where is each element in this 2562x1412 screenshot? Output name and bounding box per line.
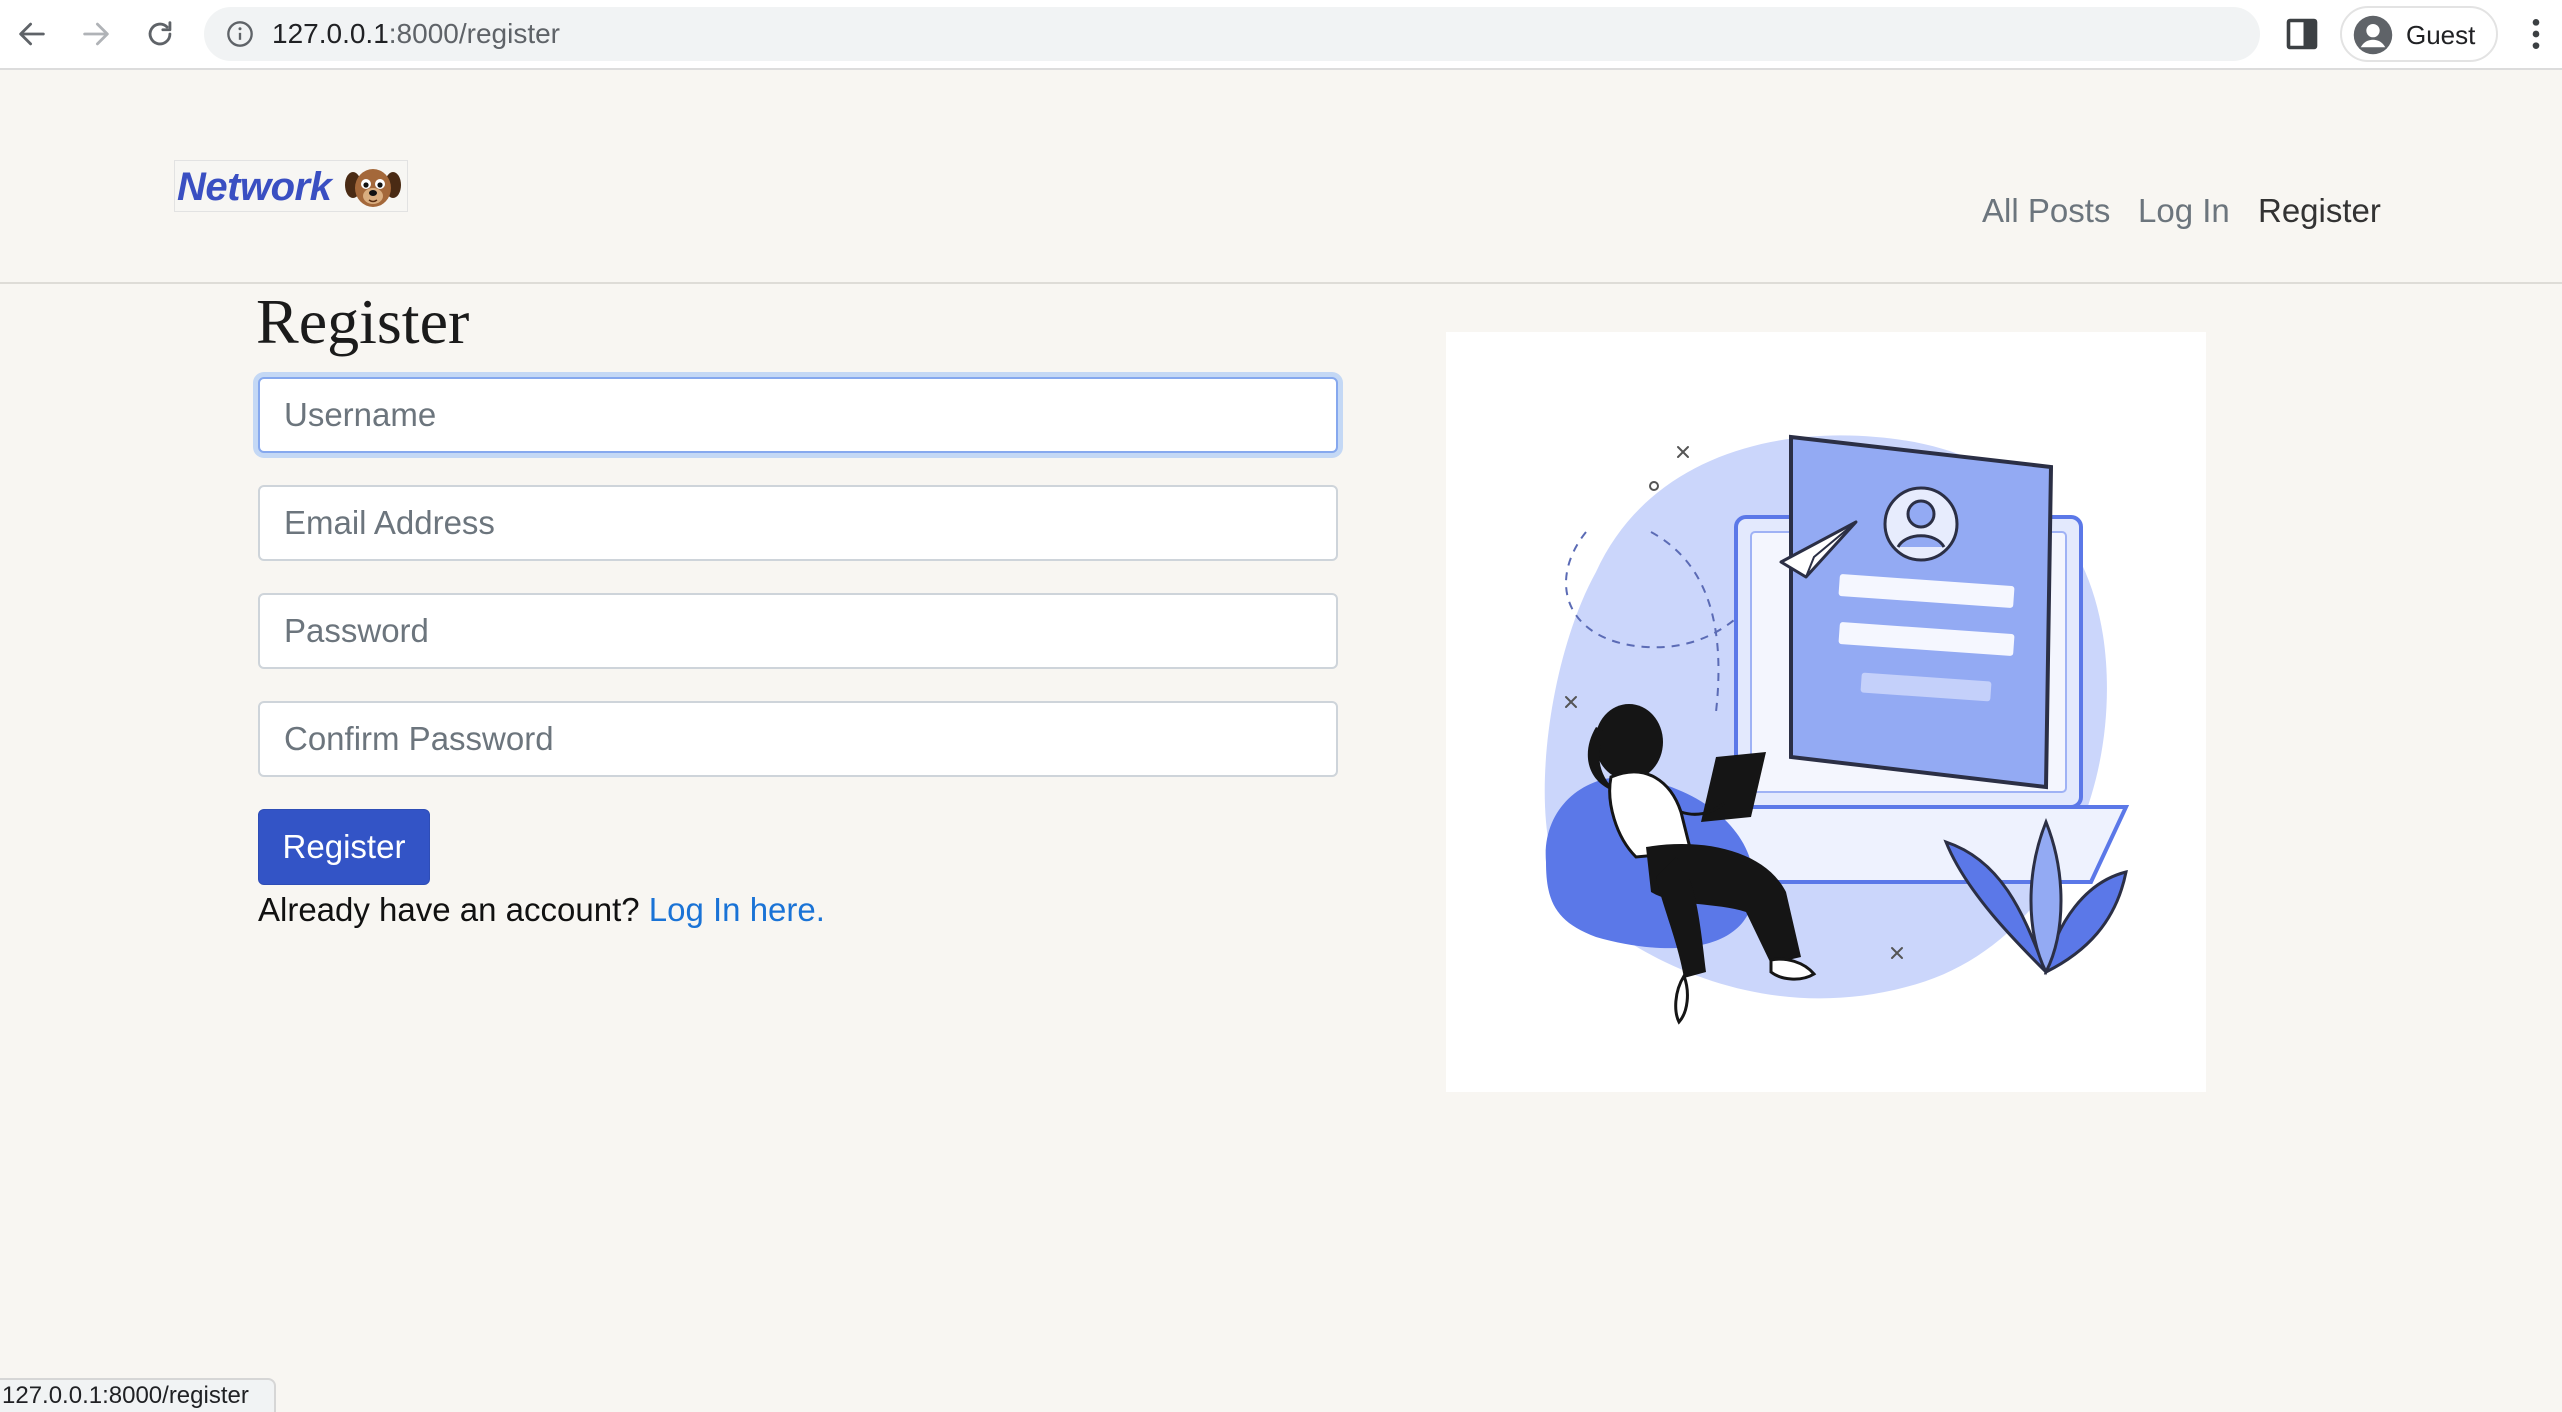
brand-logo[interactable]: Network	[174, 160, 408, 212]
brand-name: Network	[177, 165, 332, 209]
profile-button[interactable]: Guest	[2340, 6, 2498, 62]
reload-button[interactable]	[140, 12, 180, 56]
password-input[interactable]	[258, 593, 1338, 669]
arrow-left-icon	[19, 22, 45, 46]
email-input[interactable]	[258, 485, 1338, 561]
login-prompt-text: Already have an account?	[258, 891, 640, 928]
address-url: 127.0.0.1:8000/register	[272, 20, 560, 48]
profile-name: Guest	[2406, 20, 2476, 50]
confirm-password-input[interactable]	[258, 701, 1338, 777]
status-url-bubble: 127.0.0.1:8000/register	[0, 1378, 276, 1412]
nav-register[interactable]: Register	[2258, 192, 2381, 230]
login-prompt-line: Already have an account? Log In here.	[258, 890, 825, 930]
register-button[interactable]: Register	[258, 809, 430, 885]
url-path: :8000/register	[388, 18, 560, 49]
address-bar[interactable]: 127.0.0.1:8000/register	[204, 7, 2260, 61]
page-title: Register	[256, 286, 470, 357]
back-button[interactable]	[12, 12, 52, 56]
url-host: 127.0.0.1	[272, 18, 389, 49]
avatar-icon	[2353, 15, 2393, 55]
side-panel-icon[interactable]	[2284, 16, 2320, 52]
nav-log-in[interactable]: Log In	[2138, 192, 2230, 230]
forward-button[interactable]	[76, 12, 116, 56]
register-illustration	[1446, 332, 2206, 1092]
dog-face-icon	[345, 169, 401, 207]
more-menu-icon[interactable]	[2520, 14, 2552, 54]
username-input[interactable]	[258, 377, 1338, 453]
arrow-right-icon	[83, 22, 109, 46]
browser-toolbar: 127.0.0.1:8000/register Guest	[0, 0, 2562, 70]
nav-all-posts[interactable]: All Posts	[1982, 192, 2110, 230]
reload-icon	[148, 21, 172, 46]
login-link[interactable]: Log In here.	[649, 891, 825, 928]
info-icon[interactable]	[226, 20, 254, 48]
signup-illustration-image	[1544, 434, 2130, 1025]
